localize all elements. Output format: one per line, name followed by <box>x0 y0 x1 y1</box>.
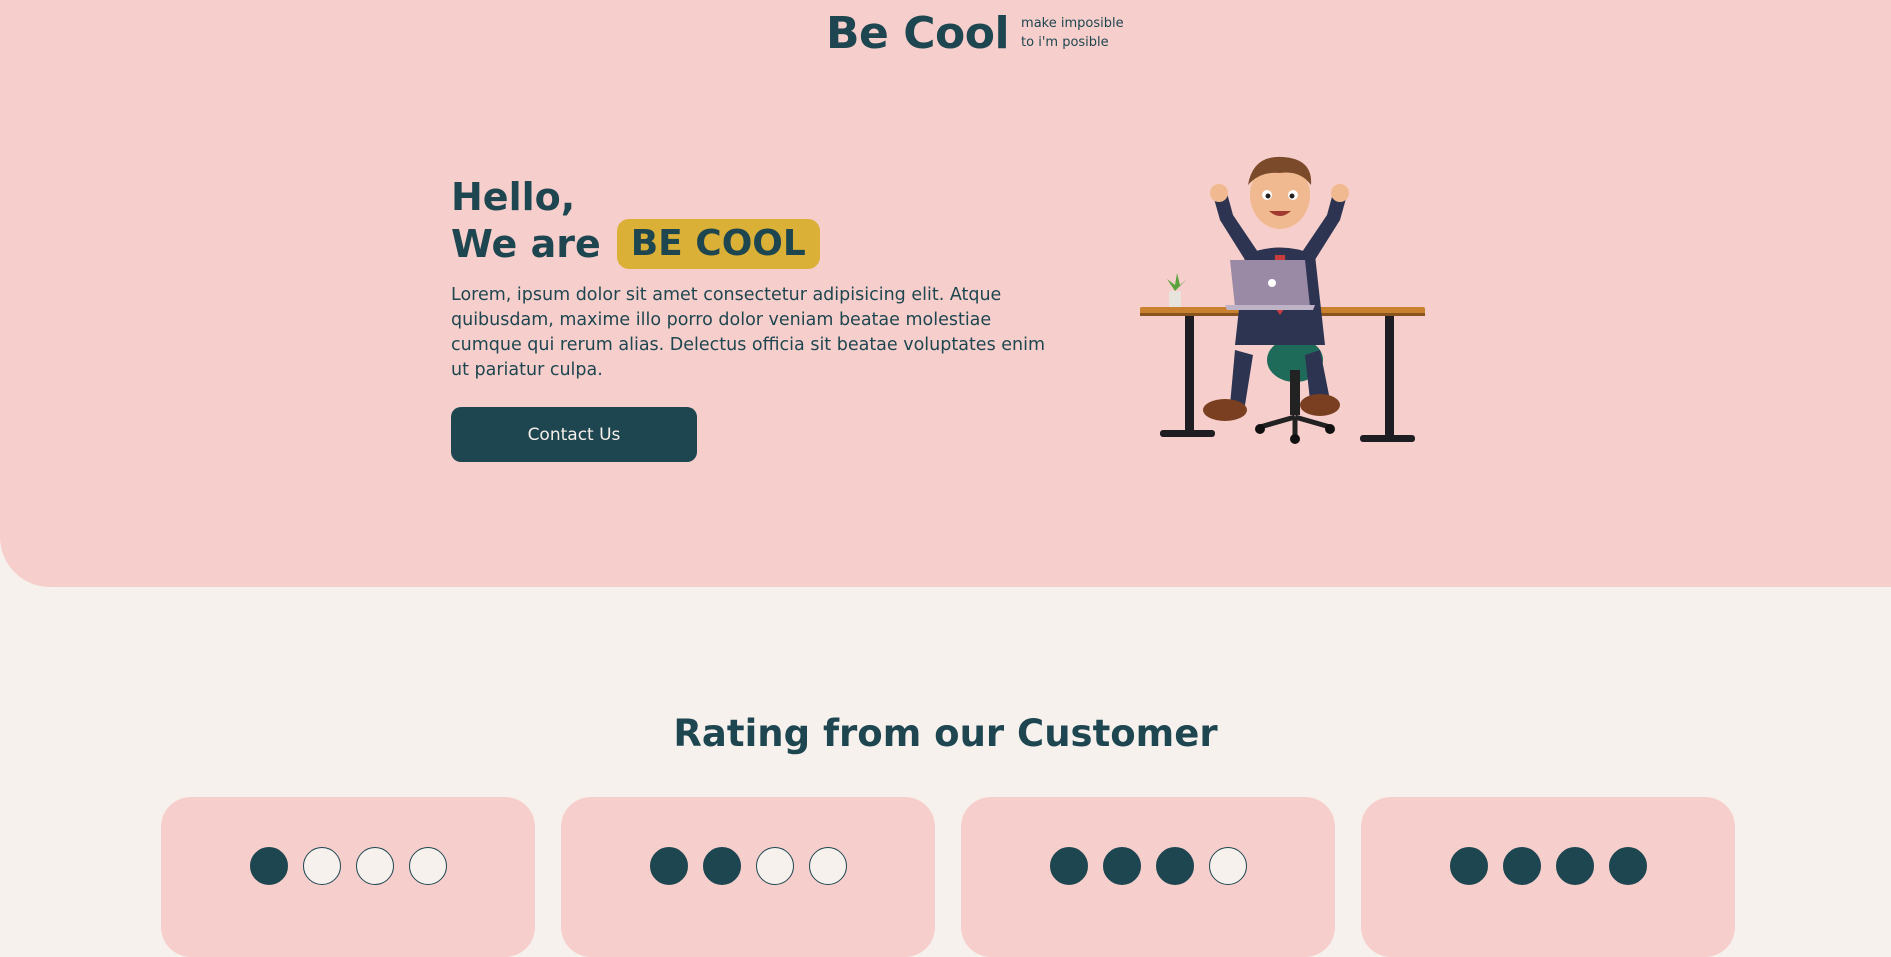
hero-greeting: Hello, <box>451 175 576 219</box>
rating-dot-filled <box>1449 847 1488 885</box>
rating-dot-empty <box>755 847 794 885</box>
rating-dots <box>1049 847 1247 957</box>
ratings-title: Rating from our Customer <box>673 712 1218 755</box>
hero-we-are: We are <box>451 222 601 266</box>
rating-card <box>1361 797 1735 957</box>
brand-tagline-line2: to i'm posible <box>1021 35 1109 50</box>
hero-headline: We are BE COOL <box>451 219 1071 269</box>
rating-dot-filled <box>249 847 288 885</box>
rating-dot-filled <box>1502 847 1541 885</box>
rating-card <box>961 797 1335 957</box>
hero-description: Lorem, ipsum dolor sit amet consectetur … <box>451 285 1046 380</box>
rating-dot-filled <box>649 847 688 885</box>
rating-dot-empty <box>355 847 394 885</box>
rating-card <box>561 797 935 957</box>
rating-dot-filled <box>1049 847 1088 885</box>
rating-dots <box>249 847 447 957</box>
rating-dot-filled <box>1608 847 1647 885</box>
rating-dot-empty <box>808 847 847 885</box>
brand-logo[interactable]: Be Cool make imposible to i'm posible <box>826 8 1131 60</box>
hero-text: Hello, We are BE COOL Lorem, ipsum dolor… <box>451 175 1071 462</box>
contact-us-button[interactable]: Contact Us <box>451 407 697 462</box>
rating-cards <box>161 797 1735 957</box>
hero-highlight-badge: BE COOL <box>616 219 820 269</box>
brand-tagline: make imposible to i'm posible <box>1021 14 1131 52</box>
hero-section: Be Cool make imposible to i'm posible He… <box>0 0 1891 587</box>
brand-name: Be Cool <box>826 8 1010 59</box>
rating-dots <box>649 847 847 957</box>
rating-dot-empty <box>1208 847 1247 885</box>
rating-dot-empty <box>408 847 447 885</box>
businessman-illustration <box>1140 156 1425 444</box>
rating-dot-filled <box>702 847 741 885</box>
rating-card <box>161 797 535 957</box>
rating-dot-filled <box>1555 847 1594 885</box>
rating-dots <box>1449 847 1647 957</box>
rating-dot-empty <box>302 847 341 885</box>
rating-dot-filled <box>1155 847 1194 885</box>
rating-dot-filled <box>1102 847 1141 885</box>
brand-tagline-line1: make imposible <box>1021 16 1124 31</box>
